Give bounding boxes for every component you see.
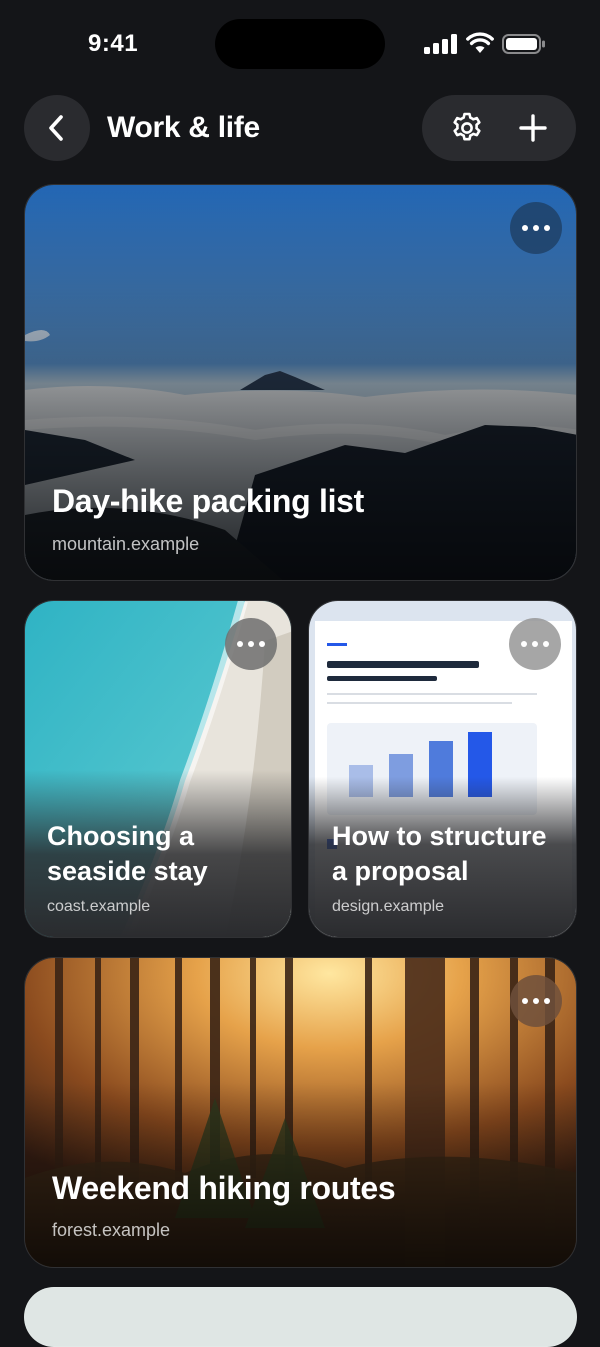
mountain-image	[25, 185, 576, 580]
dynamic-island	[215, 19, 385, 69]
add-button[interactable]	[494, 95, 571, 161]
card-mountain[interactable]: Day-hike packing list mountain.example	[24, 184, 577, 581]
card-title: How to structure a proposal	[332, 821, 547, 886]
more-dots-icon	[237, 641, 243, 647]
battery-icon	[502, 34, 545, 54]
card-proposal[interactable]: How to structure a proposal design.examp…	[308, 600, 577, 938]
nav-header: Work & life	[0, 95, 600, 163]
more-options-button[interactable]	[510, 975, 562, 1027]
more-dots-icon	[522, 225, 528, 231]
card-forest[interactable]: Weekend hiking routes forest.example	[24, 957, 577, 1268]
more-options-button[interactable]	[510, 202, 562, 254]
back-chevron-icon	[49, 115, 63, 141]
back-button[interactable]	[24, 95, 90, 161]
card-partial[interactable]	[24, 1287, 577, 1347]
signal-icon	[424, 34, 457, 54]
card-source: coast.example	[47, 898, 151, 915]
card-seaside[interactable]: Choosing a seaside stay coast.example	[24, 600, 292, 938]
card-title: Day-hike packing list	[52, 483, 365, 519]
more-dots-icon	[522, 998, 528, 1004]
header-actions	[422, 95, 576, 161]
plus-icon	[518, 114, 547, 142]
card-source: design.example	[332, 898, 445, 915]
status-bar: 9:41	[0, 0, 600, 90]
page-title: Work & life	[107, 111, 260, 144]
gear-icon	[452, 112, 481, 141]
card-title: Weekend hiking routes	[52, 1170, 396, 1206]
more-options-button[interactable]	[225, 618, 277, 670]
card-source: forest.example	[52, 1220, 171, 1240]
wifi-icon	[466, 32, 494, 53]
more-dots-icon	[521, 641, 527, 647]
card-source: mountain.example	[52, 534, 200, 554]
card-title: Choosing a seaside stay	[47, 821, 208, 886]
more-options-button[interactable]	[509, 618, 561, 670]
status-time: 9:41	[88, 30, 139, 57]
